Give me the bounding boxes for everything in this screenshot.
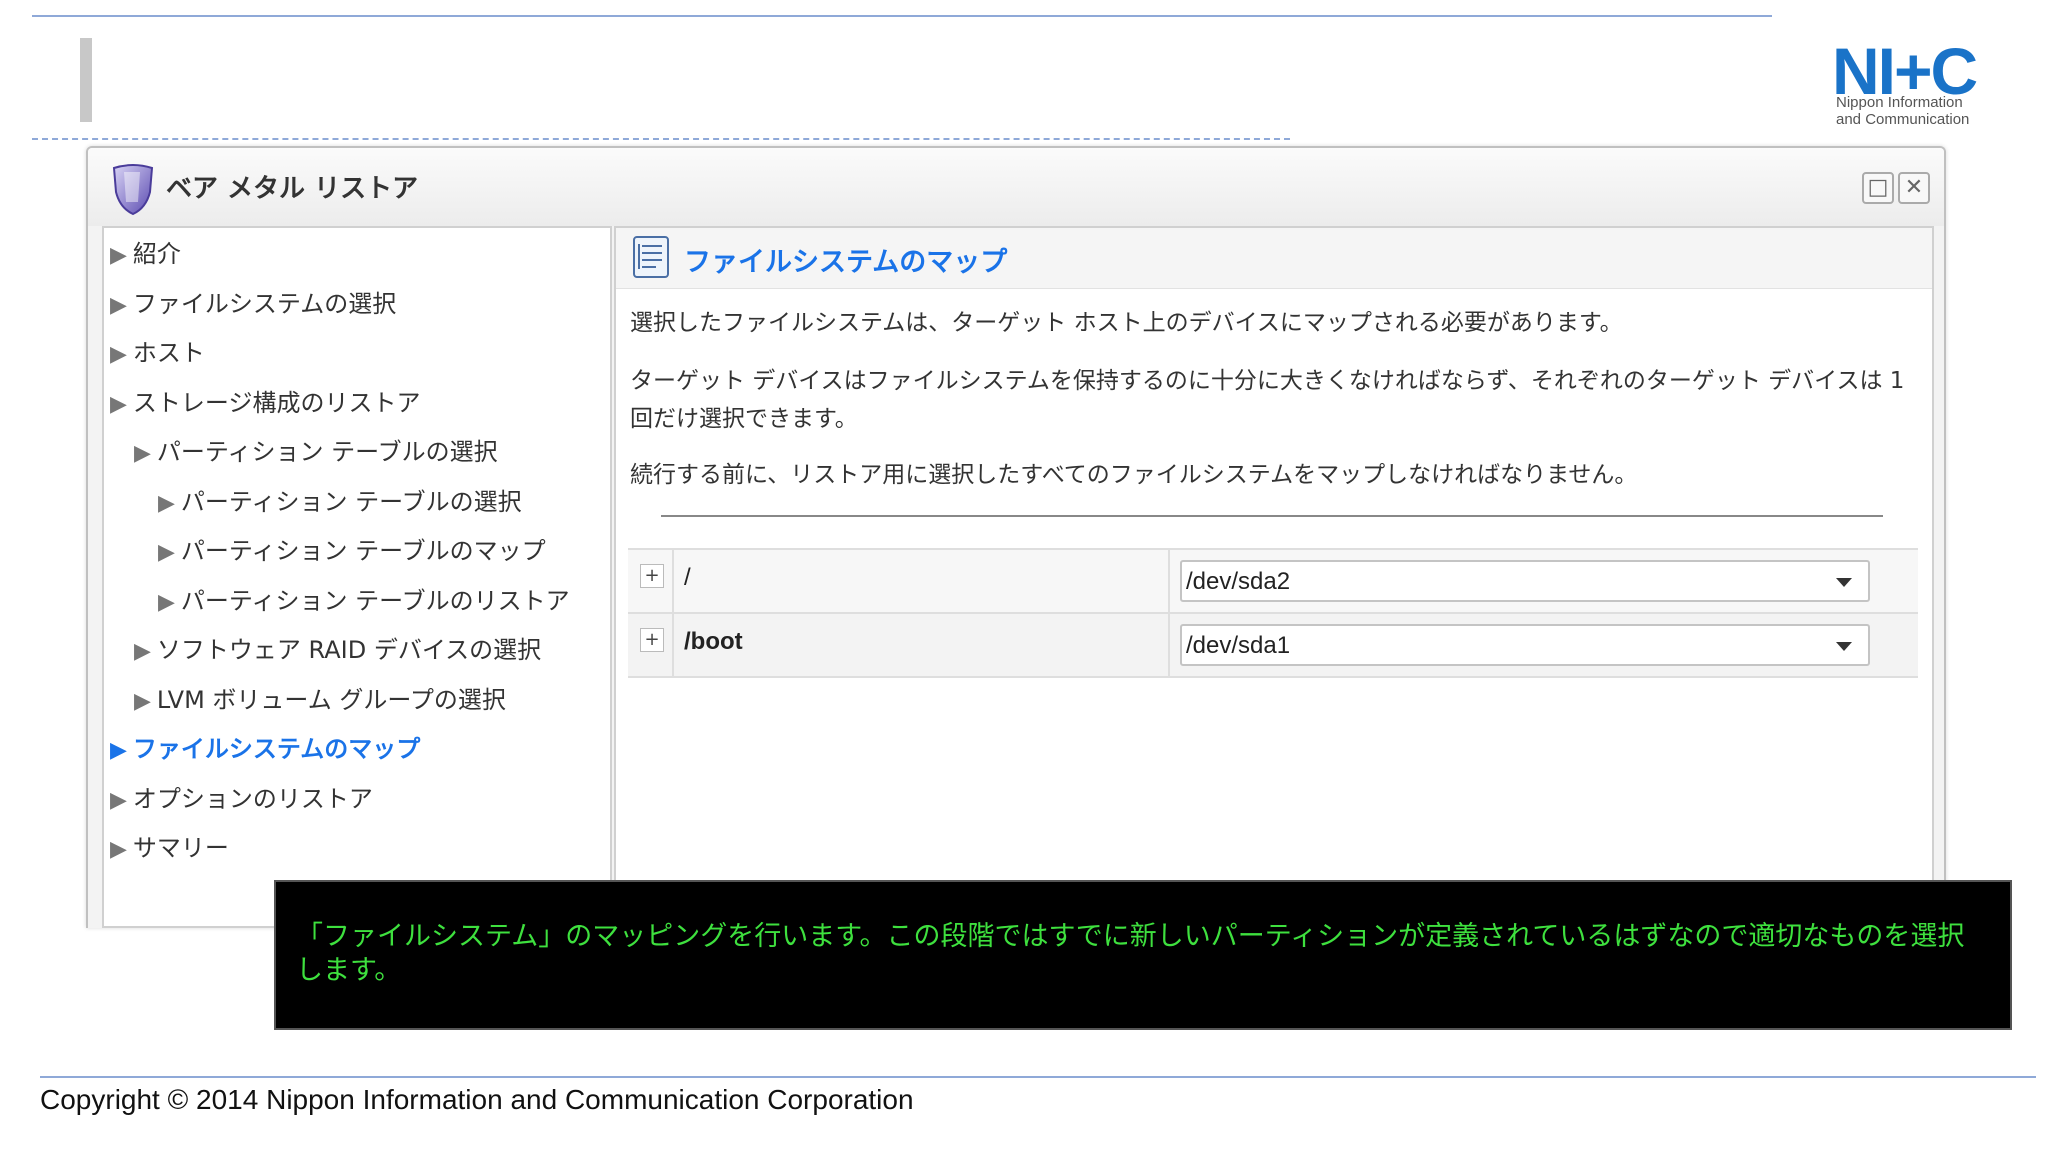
triangle-right-icon: ▶ (158, 540, 175, 565)
nav-item-label: LVM ボリューム グループの選択 (156, 685, 506, 714)
caption-box: 「ファイルシステム」のマッピングを行います。この段階ではすでに新しいパーティショ… (274, 880, 2012, 1030)
content-pane: ファイルシステムのマップ 選択したファイルシステムは、ターゲット ホスト上のデバ… (614, 226, 1934, 928)
nav-item[interactable]: ▶ オプションのリストア (110, 783, 373, 815)
slide-title-accent (80, 38, 92, 122)
nav-item[interactable]: ▶ ファイルシステムのマップ (110, 733, 420, 765)
expand-row-button[interactable]: + (640, 564, 664, 588)
triangle-right-icon: ▶ (110, 292, 127, 318)
nav-item[interactable]: ▶ サマリー (110, 832, 229, 864)
nav-item[interactable]: ▶ パーティション テーブルのマップ (158, 535, 546, 567)
triangle-right-icon: ▶ (158, 589, 175, 615)
nav-item-label: 紹介 (132, 240, 181, 268)
triangle-right-icon: ▶ (158, 490, 175, 516)
close-button[interactable]: ✕ (1898, 172, 1930, 204)
chevron-down-icon (1836, 578, 1852, 587)
triangle-right-icon: ▶ (110, 391, 127, 417)
triangle-right-icon: ▶ (110, 243, 127, 268)
mount-point: /boot (684, 628, 743, 655)
column-divider (1168, 550, 1170, 612)
logo-line-2: and Communication (1836, 111, 1970, 128)
window-header: ベア メタル リストア □ ✕ (88, 148, 1944, 226)
nav-item-label: パーティション テーブルの選択 (156, 438, 498, 466)
nav-item-label: ホスト (132, 339, 205, 367)
nav-item-label: ソフトウェア RAID デバイスの選択 (156, 636, 542, 664)
nav-item-label: オプションのリストア (132, 784, 373, 813)
table-row: + / /dev/sda2 (628, 550, 1918, 614)
maximize-button[interactable]: □ (1862, 172, 1894, 204)
nav-item[interactable]: ▶ パーティション テーブルの選択 (158, 486, 522, 518)
triangle-right-icon: ▶ (134, 688, 151, 714)
nav-item[interactable]: ▶ ファイルシステムの選択 (110, 288, 396, 320)
content-header: ファイルシステムのマップ (616, 228, 1932, 289)
nav-item[interactable]: ▶ 紹介 (110, 238, 181, 270)
window-title: ベア メタル リストア (166, 174, 419, 204)
dashed-rule (32, 138, 1290, 140)
wizard-nav-pane: ▶ 紹介 ▶ ファイルシステムの選択 ▶ ホスト ▶ ストレージ構成のリストア ▶ パーティション… (102, 226, 612, 928)
table-row: + /boot /dev/sda1 (628, 614, 1918, 678)
target-device-select[interactable]: /dev/sda1 (1180, 624, 1870, 666)
expand-row-button[interactable]: + (640, 628, 664, 652)
nav-item[interactable]: ▶ ソフトウェア RAID デバイスの選択 (134, 634, 541, 666)
nav-item-label: ストレージ構成のリストア (132, 388, 421, 417)
content-separator (661, 515, 1883, 517)
logo-line-1: Nippon Information (1836, 94, 1963, 111)
triangle-right-icon: ▶ (134, 441, 151, 466)
triangle-right-icon: ▶ (134, 639, 151, 664)
bottom-rule (40, 1076, 2036, 1078)
filesystem-map-table: + / /dev/sda2 + /boot /dev/sda1 (628, 548, 1918, 678)
top-rule (32, 15, 1772, 17)
target-device-value: /dev/sda2 (1186, 568, 1291, 595)
nav-item[interactable]: ▶ パーティション テーブルのリストア (158, 585, 570, 617)
content-title: ファイルシステムのマップ (684, 247, 1008, 278)
document-list-icon (633, 236, 669, 278)
nav-item-label: パーティション テーブルの選択 (180, 487, 522, 516)
triangle-right-icon: ▶ (110, 342, 127, 367)
column-divider (672, 614, 674, 676)
triangle-right-icon: ▶ (110, 787, 127, 813)
target-device-value: /dev/sda1 (1186, 632, 1291, 659)
mount-point: / (684, 564, 691, 591)
content-paragraph-2: ターゲット デバイスはファイルシステムを保持するのに十分に大きくなければならず、… (630, 368, 1905, 432)
nic-logo: NI+C Nippon Information and Communicatio… (1832, 38, 1997, 138)
triangle-right-icon: ▶ (110, 837, 127, 862)
nav-item[interactable]: ▶ ホスト (110, 337, 205, 369)
column-divider (1168, 614, 1170, 676)
nav-item-label: ファイルシステムの選択 (132, 289, 397, 318)
nav-item[interactable]: ▶ パーティション テーブルの選択 (134, 436, 498, 468)
chevron-down-icon (1836, 642, 1852, 651)
column-divider (672, 550, 674, 612)
nav-item[interactable]: ▶ LVM ボリューム グループの選択 (134, 684, 506, 716)
bare-metal-restore-window: ベア メタル リストア □ ✕ ▶ 紹介 ▶ ファイルシステムの選択 ▶ ホスト ▶ ストレー… (86, 146, 1946, 928)
nav-item-label: ファイルシステムのマップ (132, 735, 421, 763)
nav-item[interactable]: ▶ ストレージ構成のリストア (110, 387, 420, 419)
content-paragraph-3: 続行する前に、リストア用に選択したすべてのファイルシステムをマップしなければなり… (630, 462, 1638, 488)
triangle-right-icon: ▶ (110, 738, 127, 763)
caption-text: 「ファイルシステム」のマッピングを行います。この段階ではすでに新しいパーティショ… (296, 921, 1965, 986)
nav-item-label: パーティション テーブルのマップ (180, 537, 546, 565)
nav-item-label: パーティション テーブルのリストア (180, 586, 570, 615)
target-device-select[interactable]: /dev/sda2 (1180, 560, 1870, 602)
copyright-text: Copyright © 2014 Nippon Information and … (40, 1084, 914, 1115)
shield-icon (112, 164, 154, 216)
content-paragraph-1: 選択したファイルシステムは、ターゲット ホスト上のデバイスにマップされる必要があ… (630, 310, 1623, 336)
nav-item-label: サマリー (132, 834, 229, 862)
